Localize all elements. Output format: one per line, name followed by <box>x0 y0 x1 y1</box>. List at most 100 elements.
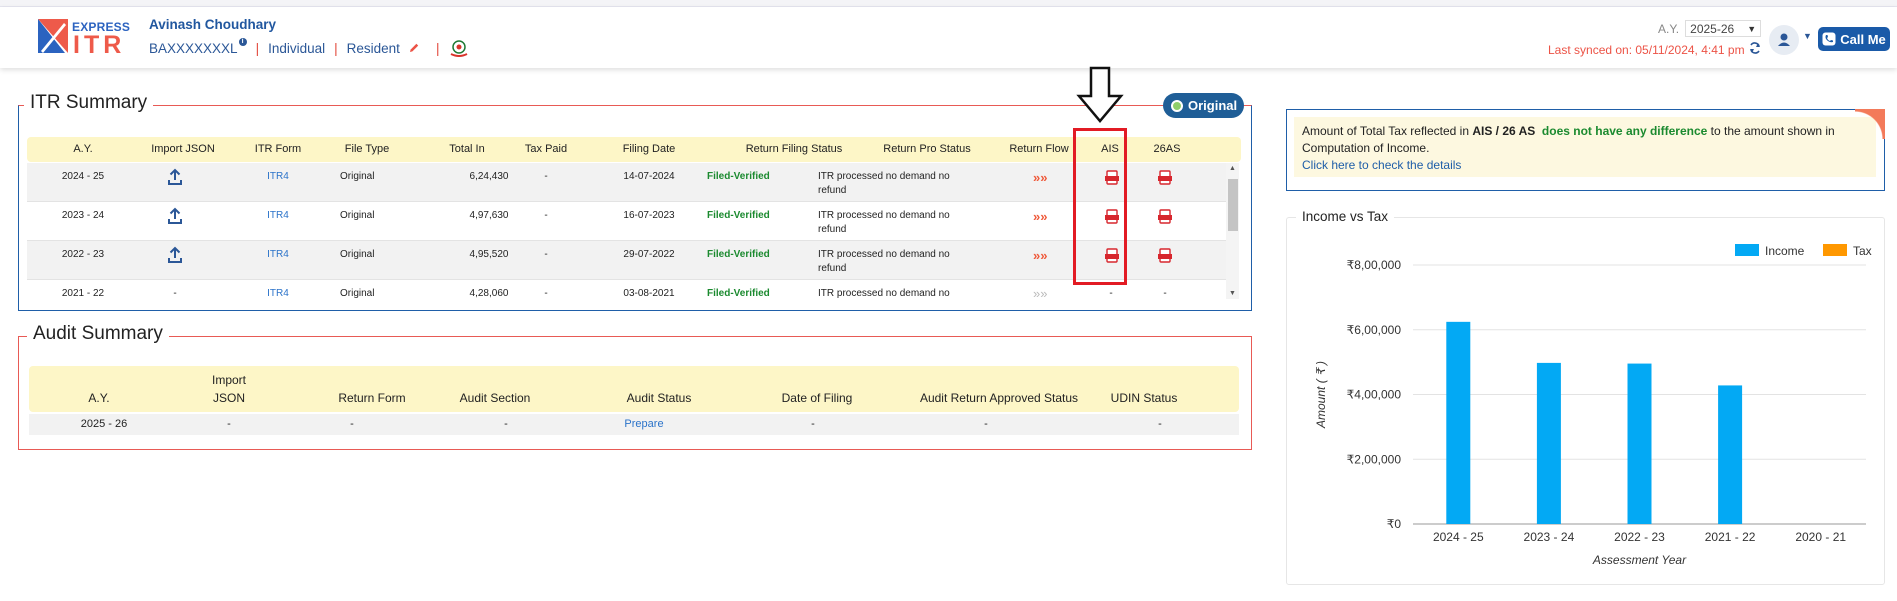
row-pro-status: ITR processed no demand no <box>818 210 950 221</box>
row-file-type: Original <box>340 171 375 182</box>
col-26as: 26AS <box>1153 143 1181 155</box>
26as-pdf-icon[interactable] <box>1157 170 1173 186</box>
prepare-link[interactable]: Prepare <box>589 418 699 430</box>
express-itr-logo[interactable]: EXPRESS ITR <box>38 17 130 61</box>
itr-form-link[interactable]: ITR4 <box>238 249 318 260</box>
col-return-pro-status: Return Pro Status <box>883 143 971 155</box>
scroll-up-icon[interactable]: ▲ <box>1229 165 1236 172</box>
row-pro-status-cont: refund <box>818 263 847 274</box>
taxpayer-type: Individual <box>268 40 326 56</box>
upload-icon[interactable] <box>167 207 183 225</box>
residency-status: Resident <box>346 40 400 56</box>
return-flow-chevrons-icon[interactable]: »» <box>1033 170 1047 185</box>
row-ay: 2025 - 26 <box>80 418 128 430</box>
corner-ribbon <box>1855 109 1885 139</box>
original-badge[interactable]: Original <box>1163 93 1244 118</box>
notice-text: Amount of Total Tax reflected in <box>1302 124 1473 138</box>
user-details: BAXXXXXXXL i | Individual | Resident | <box>149 38 470 58</box>
info-icon[interactable]: i <box>238 38 247 46</box>
row-total-income: 4,97,630 <box>469 210 509 221</box>
audit-table-header: A.Y. Import JSON Return Form Audit Secti… <box>29 366 1239 412</box>
audit-summary-table: A.Y. Import JSON Return Form Audit Secti… <box>29 366 1239 439</box>
row-date-of-filing: - <box>811 418 815 430</box>
itr-summary-table: A.Y. Import JSON ITR Form File Type Tota… <box>27 137 1241 299</box>
row-ay: 2021 - 22 <box>61 288 105 299</box>
itr-summary-title: ITR Summary <box>24 92 154 114</box>
row-filing-status: Filed-Verified <box>707 288 770 299</box>
row-ais: - <box>1109 288 1113 299</box>
scroll-down-icon[interactable]: ▼ <box>1229 290 1236 297</box>
chart-title: Income vs Tax <box>1296 209 1395 224</box>
logo-text-itr: ITR <box>73 31 126 59</box>
user-menu-caret-icon[interactable]: ▼ <box>1803 31 1812 41</box>
edit-pencil-icon[interactable] <box>408 42 420 54</box>
itr-table-header: A.Y. Import JSON ITR Form File Type Tota… <box>27 137 1241 162</box>
ay-selector: A.Y. 2025-26 ▼ <box>1658 20 1762 37</box>
row-ay: 2024 - 25 <box>61 171 105 182</box>
table-scrollbar[interactable]: ▲ ▼ <box>1226 163 1239 299</box>
col-date-of-filing: Date of Filing <box>781 391 853 405</box>
bar-income <box>1446 321 1471 524</box>
logo-mark-icon <box>38 19 68 53</box>
ay-dropdown[interactable]: 2025-26 ▼ <box>1685 20 1762 37</box>
y-tick-label: ₹2,00,000 <box>1347 452 1402 466</box>
col-return-form: Return Form <box>338 391 406 405</box>
divider: | <box>435 40 440 56</box>
itr-form-link[interactable]: ITR4 <box>238 171 318 182</box>
table-row: 2022 - 23 ITR4 Original 4,95,520 - 29-07… <box>27 241 1227 280</box>
toggle-dot-icon <box>1171 99 1183 112</box>
row-26as: - <box>1163 288 1167 299</box>
row-ay: 2022 - 23 <box>61 249 105 260</box>
ay-value: 2025-26 <box>1690 21 1735 36</box>
sync-icon[interactable] <box>1748 41 1762 55</box>
return-flow-chevrons-icon[interactable]: »» <box>1033 286 1047 299</box>
audit-summary-title: Audit Summary <box>27 323 169 345</box>
pan-number: BAXXXXXXXL <box>149 40 238 56</box>
table-row: 2024 - 25 ITR4 Original 6,24,430 - 14-07… <box>27 163 1227 202</box>
ais-highlight-box <box>1073 128 1127 285</box>
check-details-link[interactable]: Click here to check the details <box>1302 158 1461 172</box>
last-synced-text: Last synced on: 05/11/2024, 4:41 pm <box>1548 43 1745 57</box>
col-itr-form: ITR Form <box>254 143 302 155</box>
bar-income <box>1718 385 1743 524</box>
upload-icon[interactable] <box>167 168 183 186</box>
notice-text-end: Computation of Income. <box>1302 141 1430 155</box>
user-icon <box>1778 33 1790 46</box>
scroll-thumb[interactable] <box>1228 179 1238 231</box>
ay-label: A.Y. <box>1658 21 1680 36</box>
income-tax-dept-emblem-icon[interactable] <box>448 38 470 58</box>
row-total-income: 6,24,430 <box>469 171 509 182</box>
row-tax-paid: - <box>544 171 548 182</box>
26as-pdf-icon[interactable] <box>1157 248 1173 264</box>
return-flow-chevrons-icon[interactable]: »» <box>1033 248 1047 263</box>
row-import-json: - <box>227 418 231 430</box>
col-audit-status: Audit Status <box>626 391 692 405</box>
row-pro-status-cont: refund <box>818 185 847 196</box>
user-avatar-button[interactable] <box>1769 25 1799 55</box>
table-row: 2023 - 24 ITR4 Original 4,97,630 - 16-07… <box>27 202 1227 241</box>
row-filing-date: 14-07-2024 <box>623 171 675 182</box>
row-import-json: - <box>173 288 177 299</box>
x-tick-label: 2022 - 23 <box>1614 530 1665 544</box>
col-audit-return-approved-status: Audit Return Approved Status <box>919 391 1079 405</box>
y-tick-label: ₹0 <box>1387 517 1402 531</box>
x-tick-label: 2023 - 24 <box>1524 530 1575 544</box>
row-return-form: - <box>350 418 354 430</box>
col-import-json: Import JSON <box>151 143 215 155</box>
chevron-down-icon: ▼ <box>1747 23 1757 34</box>
row-udin-status: - <box>1158 418 1162 430</box>
row-audit-section: - <box>504 418 508 430</box>
income-vs-tax-chart: ₹0 ₹2,00,000 ₹4,00,000 ₹6,00,000 ₹8,00,000 20… <box>1314 244 1872 567</box>
upload-icon[interactable] <box>167 246 183 264</box>
26as-pdf-icon[interactable] <box>1157 209 1173 225</box>
call-me-button[interactable]: Call Me <box>1818 27 1890 51</box>
return-flow-chevrons-icon[interactable]: »» <box>1033 209 1047 224</box>
divider: | <box>334 40 338 56</box>
divider: | <box>255 40 260 56</box>
row-filing-status: Filed-Verified <box>707 210 770 221</box>
itr-form-link[interactable]: ITR4 <box>238 288 318 299</box>
itr-form-link[interactable]: ITR4 <box>238 210 318 221</box>
tax-difference-notice: Amount of Total Tax reflected in AIS / 2… <box>1286 109 1885 191</box>
notice-ais-26as: AIS / 26 AS <box>1472 124 1536 138</box>
col-json: JSON <box>212 391 245 405</box>
